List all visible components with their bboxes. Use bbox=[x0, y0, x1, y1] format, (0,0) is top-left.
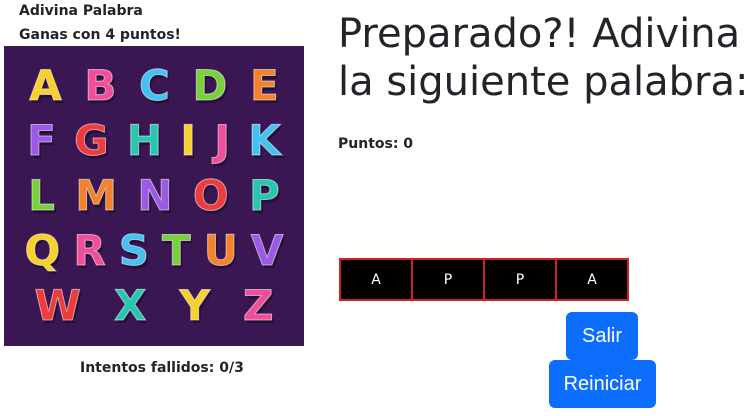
letter-tile: P bbox=[411, 258, 485, 301]
alphabet-letter: J bbox=[214, 115, 231, 165]
alphabet-letter: Q bbox=[24, 226, 61, 276]
alphabet-image: ABCDEFGHIJKLMNOPQRSTUVWXYZ bbox=[4, 46, 304, 346]
alphabet-letter: K bbox=[248, 115, 282, 165]
letter-tile: P bbox=[483, 258, 557, 301]
alphabet-row: WXYZ bbox=[18, 279, 290, 334]
game-screen: Adivina Palabra Ganas con 4 puntos! ABCD… bbox=[0, 0, 753, 416]
alphabet-letter: R bbox=[73, 226, 106, 276]
alphabet-letter: E bbox=[249, 60, 279, 110]
alphabet-letter: N bbox=[137, 170, 173, 220]
letter-tile: A bbox=[339, 258, 413, 301]
letter-tile: A bbox=[555, 258, 629, 301]
alphabet-letter: I bbox=[180, 115, 197, 165]
alphabet-letter: Y bbox=[179, 281, 210, 331]
alphabet-row: FGHIJK bbox=[18, 113, 290, 168]
alphabet-row: ABCDE bbox=[18, 58, 290, 113]
alphabet-letter: G bbox=[74, 115, 109, 165]
alphabet-letter: P bbox=[248, 170, 280, 220]
game-title: Adivina Palabra bbox=[19, 3, 143, 19]
exit-button[interactable]: Salir bbox=[566, 312, 638, 360]
alphabet-letter: X bbox=[113, 281, 147, 331]
alphabet-letter: D bbox=[192, 60, 228, 110]
alphabet-letter: B bbox=[84, 60, 117, 110]
alphabet-letter: U bbox=[203, 226, 238, 276]
alphabet-letter: Z bbox=[242, 281, 274, 331]
alphabet-row: QRSTUV bbox=[18, 224, 290, 279]
alphabet-letter: W bbox=[34, 281, 81, 331]
page-heading: Preparado?! Adivina la siguiente palabra… bbox=[338, 11, 749, 105]
win-condition: Ganas con 4 puntos! bbox=[19, 27, 181, 43]
score: Puntos: 0 bbox=[338, 136, 414, 152]
word-tiles: APPA bbox=[339, 258, 629, 301]
alphabet-letter: A bbox=[29, 60, 63, 110]
alphabet-letter: M bbox=[75, 170, 118, 220]
alphabet-letter: O bbox=[192, 170, 229, 220]
alphabet-letter: L bbox=[28, 170, 56, 220]
alphabet-letter: F bbox=[27, 115, 57, 165]
restart-button[interactable]: Reiniciar bbox=[549, 360, 656, 408]
failed-attempts: Intentos fallidos: 0/3 bbox=[80, 360, 244, 376]
alphabet-row: LMNOP bbox=[18, 168, 290, 223]
alphabet-letter: H bbox=[126, 115, 163, 165]
alphabet-letter: C bbox=[139, 60, 171, 110]
alphabet-letter: V bbox=[250, 226, 284, 276]
alphabet-letter: S bbox=[118, 226, 149, 276]
alphabet-letter: T bbox=[162, 226, 192, 276]
